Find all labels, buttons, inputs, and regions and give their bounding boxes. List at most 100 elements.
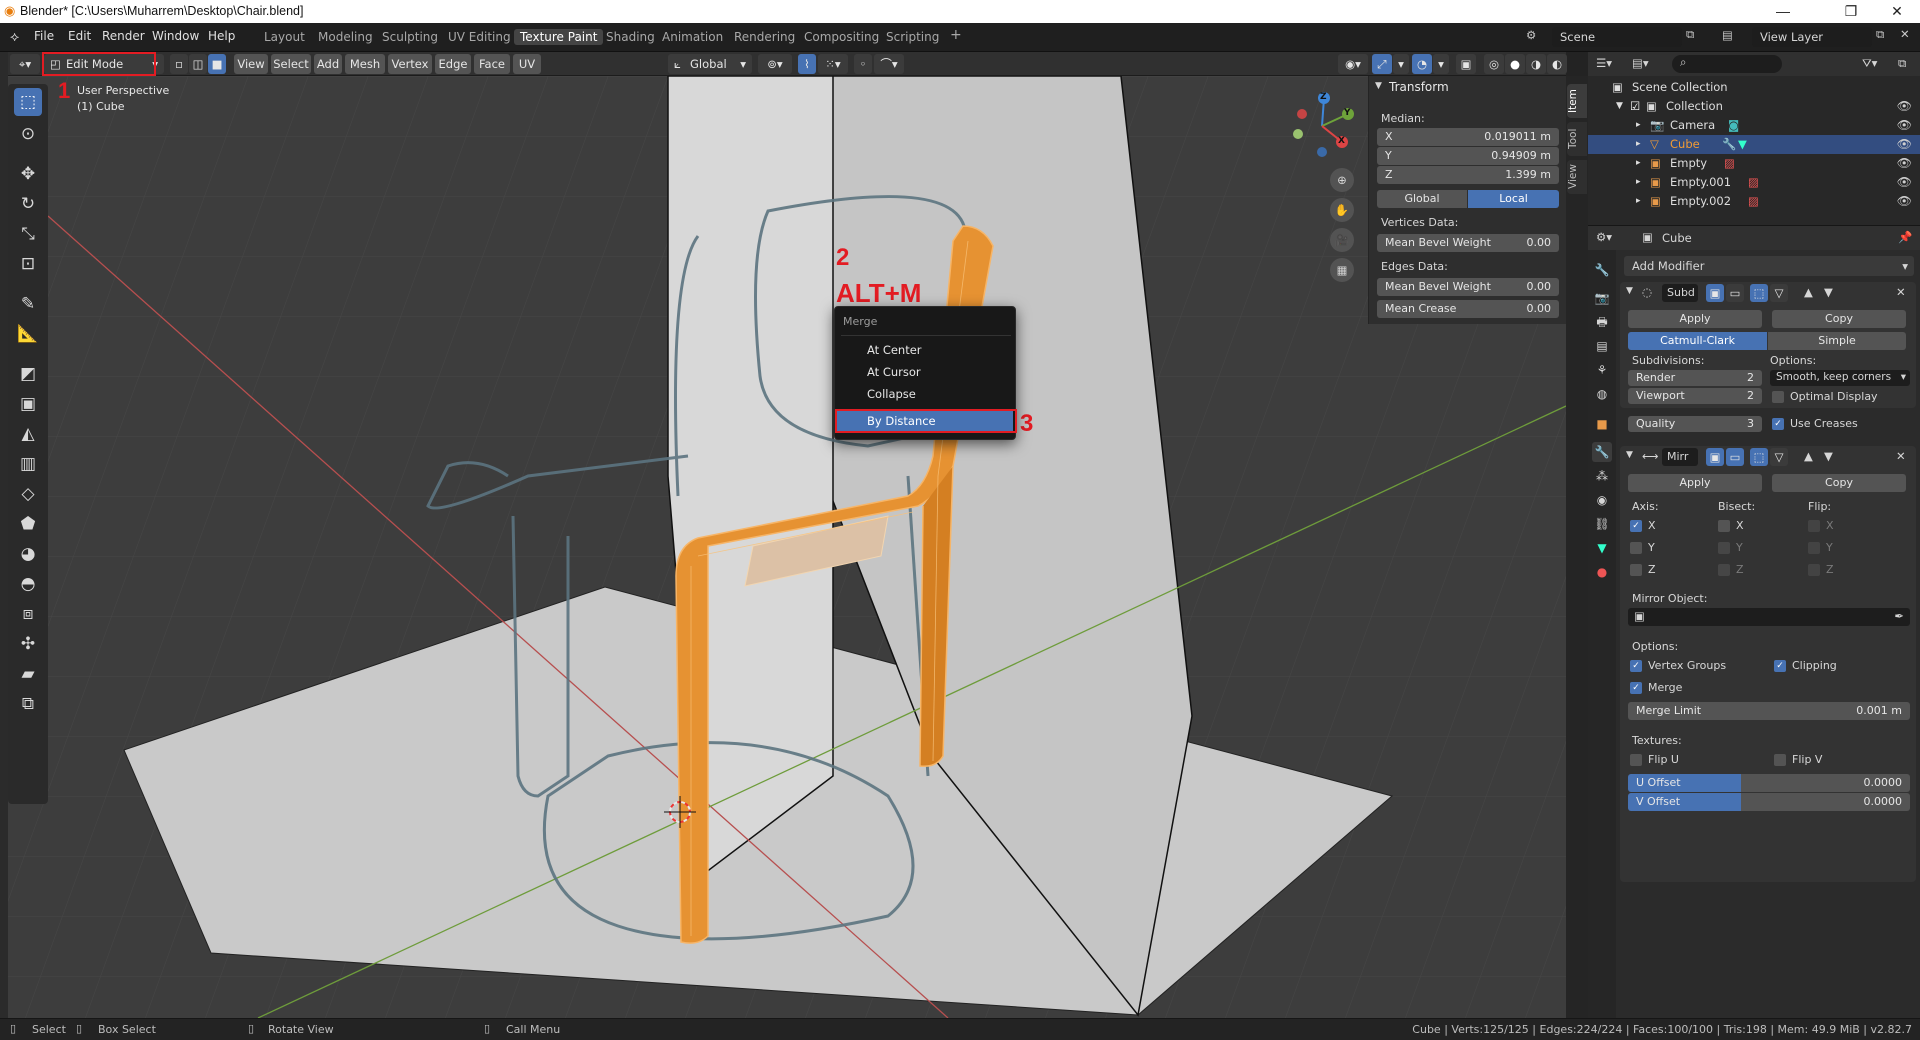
wireframe-shading-icon[interactable]: ◎ <box>1484 54 1504 74</box>
menu-file[interactable]: File <box>34 29 54 43</box>
gizmo-toggle-icon[interactable]: ⤢ <box>1372 54 1392 74</box>
bisect-y-checkbox[interactable] <box>1718 542 1730 554</box>
scale-tool-icon[interactable]: ⤡ <box>14 220 42 248</box>
properties-editor-icon[interactable]: ⚙▾ <box>1596 230 1612 244</box>
flip-z-checkbox[interactable] <box>1808 564 1820 576</box>
extrude-tool-icon[interactable]: ◩ <box>14 360 42 388</box>
transform-tool-icon[interactable]: ⊡ <box>14 250 42 278</box>
snap-target-icon[interactable]: ⁙▾ <box>818 54 848 74</box>
select-box-icon[interactable]: ⬚ <box>14 88 42 116</box>
outliner-row-cube[interactable]: ▸ ▽ Cube 🔧 ▼ 👁 <box>1588 135 1920 154</box>
render-levels-field[interactable]: Render 2 <box>1628 370 1762 386</box>
gizmo-dropdown-icon[interactable]: ▾ <box>1393 54 1409 74</box>
viewport-levels-field[interactable]: Viewport 2 <box>1628 388 1762 404</box>
transform-panel-header[interactable]: Transform <box>1389 80 1449 94</box>
vertex-bevel-weight-field[interactable]: Mean Bevel Weight 0.00 <box>1377 234 1559 252</box>
overlays-toggle-icon[interactable]: ◔ <box>1412 54 1432 74</box>
solid-shading-icon[interactable]: ● <box>1505 54 1525 74</box>
editor-type-button[interactable]: ⌖▾ <box>10 54 40 74</box>
ortho-grid-icon[interactable]: ▦ <box>1330 258 1354 282</box>
tab-modeling[interactable]: Modeling <box>312 29 379 45</box>
quality-field[interactable]: Quality 3 <box>1628 416 1762 432</box>
scene-selector[interactable]: Scene <box>1552 27 1682 47</box>
local-toggle[interactable]: Local <box>1468 190 1559 208</box>
mean-crease-field[interactable]: Mean Crease 0.00 <box>1377 300 1559 318</box>
median-y-field[interactable]: Y 0.94909 m <box>1377 147 1559 165</box>
xray-toggle-icon[interactable]: ▣ <box>1456 54 1476 74</box>
edge-bevel-weight-field[interactable]: Mean Bevel Weight 0.00 <box>1377 278 1559 296</box>
add-workspace-button[interactable]: + <box>944 26 968 44</box>
outliner-row-camera[interactable]: ▸ 📷 Camera ◙ 👁 <box>1588 116 1920 135</box>
new-scene-icon[interactable]: ⧉ <box>1686 27 1694 42</box>
tab-tool[interactable]: Tool <box>1567 122 1587 156</box>
global-toggle[interactable]: Global <box>1377 190 1467 208</box>
tab-rendering[interactable]: Rendering <box>728 29 801 45</box>
expand-arrow-icon[interactable]: ▸ <box>1636 173 1641 192</box>
bisect-x-checkbox[interactable] <box>1718 520 1730 532</box>
camera-view-icon[interactable]: 🎥 <box>1330 228 1354 252</box>
render-props-icon[interactable]: 📷 <box>1592 288 1612 308</box>
tab-item[interactable]: Item <box>1567 84 1587 118</box>
median-x-field[interactable]: X 0.019011 m <box>1377 128 1559 146</box>
tab-sculpting[interactable]: Sculpting <box>376 29 444 45</box>
flip-y-checkbox[interactable] <box>1808 542 1820 554</box>
blender-menu-icon[interactable]: ⟡ <box>10 29 19 45</box>
tool-props-icon[interactable]: 🔧 <box>1592 260 1612 280</box>
vertex-select-icon[interactable]: ▫ <box>170 54 188 74</box>
material-shading-icon[interactable]: ◑ <box>1526 54 1546 74</box>
proportional-falloff-icon[interactable]: ⌒▾ <box>874 54 904 74</box>
view-layer-selector[interactable]: View Layer <box>1752 27 1872 47</box>
eye-icon[interactable]: 👁 <box>1897 135 1912 154</box>
edge-slide-tool-icon[interactable]: ⧈ <box>14 600 42 628</box>
physics-props-icon[interactable]: ◉ <box>1592 490 1612 510</box>
mirr-name-field[interactable]: Mirr <box>1662 448 1698 466</box>
knife-tool-icon[interactable]: ◇ <box>14 480 42 508</box>
realtime-toggle-icon[interactable]: ▭ <box>1726 448 1744 466</box>
flip-x-checkbox[interactable] <box>1808 520 1820 532</box>
subd-name-field[interactable]: Subd <box>1662 284 1698 302</box>
add-modifier-dropdown[interactable]: Add Modifier ▾ <box>1624 256 1914 276</box>
move-tool-icon[interactable]: ✥ <box>14 160 42 188</box>
axis-y-checkbox[interactable] <box>1630 542 1642 554</box>
subd-copy-button[interactable]: Copy <box>1772 310 1906 328</box>
clipping-checkbox[interactable]: ✓ <box>1774 660 1786 672</box>
rip-tool-icon[interactable]: ⧉ <box>14 690 42 718</box>
shrink-fatten-tool-icon[interactable]: ✣ <box>14 630 42 658</box>
eye-icon[interactable]: 👁 <box>1897 173 1912 192</box>
minimize-button[interactable]: — <box>1760 0 1806 23</box>
eye-icon[interactable]: 👁 <box>1897 116 1912 135</box>
outliner-row-collection[interactable]: ▼ ☑ ▣ Collection 👁 <box>1588 97 1920 116</box>
tab-animation[interactable]: Animation <box>656 29 729 45</box>
filter-icon[interactable]: ⛛▾ <box>1862 56 1877 71</box>
menu-window[interactable]: Window <box>152 29 199 43</box>
merge-collapse[interactable]: Collapse <box>867 387 916 401</box>
eye-icon[interactable]: 👁 <box>1897 154 1912 173</box>
remove-view-layer-icon[interactable]: ✕ <box>1900 27 1910 41</box>
expand-arrow-icon[interactable]: ▸ <box>1636 135 1641 154</box>
world-props-icon[interactable]: ◍ <box>1592 384 1612 404</box>
particles-props-icon[interactable]: ⁂ <box>1592 466 1612 486</box>
merge-limit-field[interactable]: Merge Limit 0.001 m <box>1628 702 1910 720</box>
maximize-button[interactable]: ❐ <box>1828 0 1874 23</box>
transform-orientation-selector[interactable]: ⟀ Global ▾ <box>668 54 752 74</box>
realtime-toggle-icon[interactable]: ▭ <box>1726 284 1744 302</box>
expand-arrow-icon[interactable]: ▼ <box>1616 97 1623 116</box>
uv-menu[interactable]: UV <box>513 54 541 74</box>
measure-tool-icon[interactable]: 📐 <box>14 320 42 348</box>
remove-modifier-icon[interactable]: ✕ <box>1896 449 1906 463</box>
eyedropper-icon[interactable]: ✒ <box>1894 609 1904 623</box>
move-down-icon[interactable]: ▼ <box>1824 285 1833 299</box>
new-view-layer-icon[interactable]: ⧉ <box>1876 27 1884 42</box>
mesh-menu[interactable]: Mesh <box>345 54 385 74</box>
move-up-icon[interactable]: ▲ <box>1804 285 1813 299</box>
mesh-data-props-icon[interactable]: ▼ <box>1592 538 1612 558</box>
median-z-field[interactable]: Z 1.399 m <box>1377 166 1559 184</box>
move-up-icon[interactable]: ▲ <box>1804 449 1813 463</box>
face-select-icon[interactable]: ■ <box>208 54 226 74</box>
select-menu[interactable]: Select <box>271 54 311 74</box>
material-props-icon[interactable]: ● <box>1592 562 1612 582</box>
rendered-shading-icon[interactable]: ◐ <box>1547 54 1567 74</box>
merge-at-cursor[interactable]: At Cursor <box>867 365 921 379</box>
collapse-arrow-icon[interactable]: ▼ <box>1626 450 1633 460</box>
outliner-row-empty-002[interactable]: ▸ ▣ Empty.002 ▨ 👁 <box>1588 192 1920 211</box>
